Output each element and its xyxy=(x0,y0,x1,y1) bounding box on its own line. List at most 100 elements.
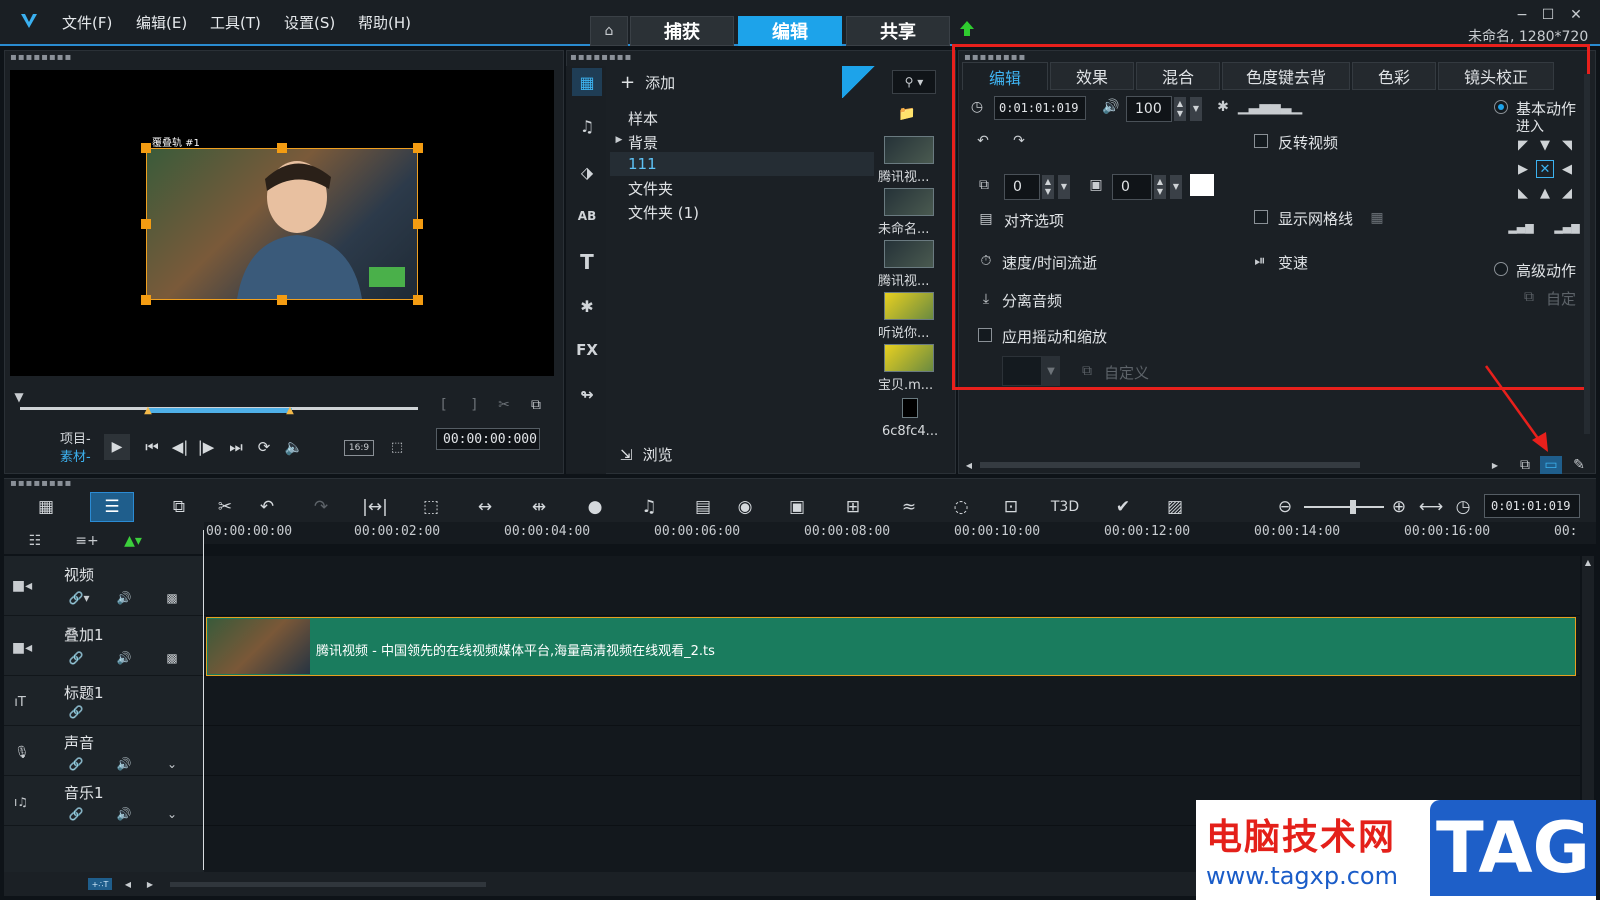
menu-help[interactable]: 帮助(H) xyxy=(358,12,411,33)
split-clip-icon[interactable]: ✂ xyxy=(494,396,514,414)
redo-icon[interactable]: ↷ xyxy=(306,492,336,522)
transition-icon[interactable]: ⬗ xyxy=(572,158,602,186)
menu-file[interactable]: 文件(F) xyxy=(62,12,112,33)
motion-tracking-icon[interactable]: ▤ xyxy=(688,492,718,522)
advanced-motion-radio[interactable] xyxy=(1494,262,1508,276)
rotate-angle-icon[interactable]: ⧉ xyxy=(974,176,994,194)
tab-share[interactable]: 共享 xyxy=(846,16,950,46)
import-folder-icon[interactable]: 📁 xyxy=(896,104,918,124)
custom-motion-button[interactable]: 自定 xyxy=(1546,288,1576,309)
duration-field[interactable]: 0:01:01:019 xyxy=(994,96,1086,120)
link-icon[interactable]: 🔗 xyxy=(68,650,84,666)
trim-end-icon[interactable]: ▲ xyxy=(284,404,296,416)
volume-field[interactable]: 100 xyxy=(1126,96,1172,122)
timeline-timecode[interactable]: 0:01:01:019 xyxy=(1484,494,1580,518)
resize-handle-t[interactable] xyxy=(277,143,287,153)
edit-icon[interactable]: ✎ xyxy=(1568,456,1590,474)
resize-handle-l[interactable] xyxy=(141,219,151,229)
border-icon[interactable]: ▣ xyxy=(1086,176,1106,194)
arrow-right-icon[interactable]: ▶ xyxy=(1514,160,1532,178)
grid-icon[interactable]: ▦ xyxy=(1366,208,1388,228)
link-icon[interactable]: 🔗 xyxy=(68,756,84,772)
overlay-clip-preview[interactable] xyxy=(146,148,418,300)
custom-motion-icon[interactable]: ⧉ xyxy=(1518,288,1540,306)
library-thumbnail[interactable] xyxy=(884,188,934,216)
resize-handle-tr[interactable] xyxy=(413,143,423,153)
panel-grip[interactable]: ▪▪▪▪▪▪▪▪ xyxy=(10,52,72,63)
zoom-in-icon[interactable]: ⊕ xyxy=(1384,492,1414,522)
scroll-up-icon[interactable]: ▲ xyxy=(1582,556,1594,568)
variable-speed-icon[interactable]: ⏯ xyxy=(1250,252,1270,270)
preset-dropdown-icon[interactable]: ▼ xyxy=(1042,356,1060,386)
fit-project-icon[interactable]: |↔| xyxy=(360,492,390,522)
fade-out-icon[interactable]: ▅▃▁ xyxy=(1270,98,1302,116)
enlarge-preview-icon[interactable]: ⧉ xyxy=(526,396,546,414)
link-icon[interactable]: 🔗 xyxy=(68,806,84,822)
upload-icon[interactable] xyxy=(958,20,976,38)
tools-icon[interactable]: ✂ xyxy=(210,492,240,522)
chevron-right-icon[interactable]: ▶ xyxy=(614,132,624,148)
scroll-left-icon[interactable]: ◀ xyxy=(964,458,974,472)
add-track-icon[interactable]: ≡+ xyxy=(75,532,98,550)
mark-out-icon[interactable]: ] xyxy=(466,396,482,414)
close-button[interactable]: ✕ xyxy=(1566,6,1586,24)
track-header-overlay[interactable] xyxy=(4,616,204,676)
volume-dropdown[interactable]: ▼ xyxy=(1190,97,1202,121)
opt-tab-chroma-key[interactable]: 色度键去背 xyxy=(1222,62,1350,90)
rotate-left-icon[interactable]: ↶ xyxy=(972,132,994,150)
fade-in-icon[interactable]: ▁▃▅ xyxy=(1238,98,1270,116)
track-speaker-icon[interactable]: 🔊 xyxy=(114,756,134,772)
checkmark-icon[interactable]: ✔ xyxy=(1108,492,1138,522)
resize-handle-r[interactable] xyxy=(413,219,423,229)
arrow-left-icon[interactable]: ◀ xyxy=(1558,160,1576,178)
resize-handle-b[interactable] xyxy=(277,295,287,305)
painting-icon[interactable]: ▨ xyxy=(1160,492,1190,522)
fade-in-motion-icon[interactable]: ▂▄▆ xyxy=(1508,218,1533,236)
track-speaker-icon[interactable]: 🔊 xyxy=(114,806,134,822)
mode-project[interactable]: 项目- xyxy=(60,428,91,447)
search-icon[interactable]: ⚲ ▾ xyxy=(892,70,936,94)
playhead[interactable] xyxy=(203,530,204,870)
mode-clip[interactable]: 素材- xyxy=(60,446,91,465)
preview-timecode[interactable]: 00:00:00:000 xyxy=(436,428,540,450)
opt-tab-edit[interactable]: 编辑 xyxy=(962,62,1048,90)
folder-111[interactable]: 111 xyxy=(610,152,874,176)
opt-tab-lens-correction[interactable]: 镜头校正 xyxy=(1438,62,1554,90)
arrow-up-icon[interactable]: ▲ xyxy=(1536,184,1554,202)
mask-icon[interactable]: ◉ xyxy=(730,492,760,522)
resize-handle-br[interactable] xyxy=(413,295,423,305)
stabilize-icon[interactable]: ⊡ xyxy=(996,492,1026,522)
speed-ramp-icon[interactable]: ≈ xyxy=(894,492,924,522)
graphics-icon[interactable]: ✱ xyxy=(572,292,602,320)
variable-speed-button[interactable]: 变速 xyxy=(1278,252,1308,273)
rotate-right-icon[interactable]: ↷ xyxy=(1008,132,1030,150)
opt-tab-blend[interactable]: 混合 xyxy=(1136,62,1220,90)
resize-handle-bl[interactable] xyxy=(141,295,151,305)
insert-track-icon[interactable]: +∴T xyxy=(88,878,112,890)
fade-out-motion-icon[interactable]: ▂▄▆ xyxy=(1554,218,1579,236)
scroll-right-icon[interactable]: ▶ xyxy=(144,878,156,890)
arrow-down-left-icon[interactable]: ◣ xyxy=(1514,184,1532,202)
folder-folder[interactable]: 文件夹 xyxy=(628,178,673,199)
opt-tab-color[interactable]: 色彩 xyxy=(1352,62,1436,90)
align-icon[interactable]: ▤ xyxy=(976,210,996,228)
media-icon[interactable]: ▦ xyxy=(572,68,602,96)
basic-motion-radio[interactable] xyxy=(1494,100,1508,114)
browse-button[interactable]: ⇲ 浏览 xyxy=(620,444,673,465)
checker-icon[interactable]: ▩ xyxy=(164,590,180,606)
view-attribute-icon[interactable]: ▭ xyxy=(1540,456,1562,474)
customize-icon[interactable]: ⧉ xyxy=(1076,362,1098,380)
track-list-icon[interactable]: ☷ xyxy=(24,532,46,550)
loop-icon[interactable]: ◌ xyxy=(946,492,976,522)
show-grid-checkbox[interactable] xyxy=(1254,210,1268,224)
pan-zoom-preset-select[interactable] xyxy=(1002,356,1042,386)
library-grip[interactable]: ▪▪▪▪▪▪▪▪ xyxy=(570,52,632,63)
track-header-video[interactable] xyxy=(4,556,204,616)
maximize-button[interactable]: ☐ xyxy=(1538,6,1558,24)
border-stepper[interactable]: ▲ ▼ xyxy=(1154,175,1166,199)
resize-handle-tl[interactable] xyxy=(141,143,151,153)
tab-capture[interactable]: 捕获 xyxy=(630,16,734,46)
folder-background[interactable]: 背景 xyxy=(628,132,658,153)
record-capture-icon[interactable]: ● xyxy=(580,492,610,522)
add-folder-button[interactable]: + 添加 xyxy=(620,72,675,93)
